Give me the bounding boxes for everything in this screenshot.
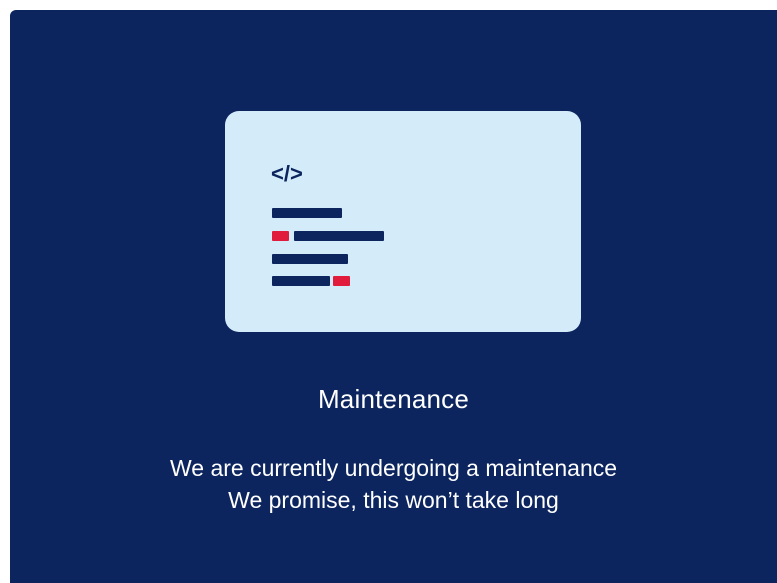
maintenance-panel: </> Maintenance We are currently undergo…	[10, 10, 777, 583]
message-line-1: We are currently undergoing a maintenanc…	[169, 455, 618, 481]
code-line-4	[272, 276, 330, 286]
code-icon: </>	[271, 161, 303, 186]
code-line-3	[272, 254, 348, 264]
code-line-4-marker	[333, 276, 350, 286]
page-title: Maintenance	[317, 384, 470, 414]
message-line-2: We promise, this won’t take long	[228, 487, 559, 513]
code-line-2	[294, 231, 384, 241]
code-illustration: </>	[225, 111, 581, 332]
code-line-2-marker	[272, 231, 289, 241]
maintenance-message: We are currently undergoing a maintenanc…	[10, 452, 777, 516]
code-line-1	[272, 208, 342, 218]
